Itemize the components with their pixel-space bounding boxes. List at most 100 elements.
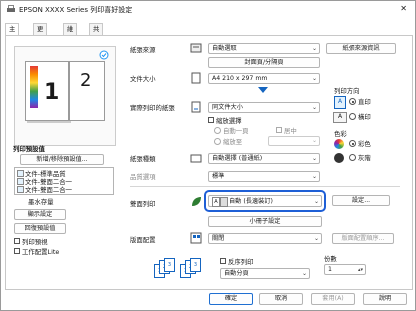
duplex-page-icon: A — [212, 197, 220, 207]
orientation-title: 列印方向 — [334, 87, 360, 95]
duplex-label: 雙面列印 — [130, 200, 156, 208]
preset-label: 文件-雙面二合一 — [25, 186, 73, 194]
output-paper-select[interactable]: 同文件大小 ⌄ — [208, 102, 320, 113]
ok-button[interactable]: 確定 — [209, 293, 253, 305]
duplex-settings-button[interactable]: 設定... — [332, 195, 390, 206]
zoom-to-radio[interactable] — [214, 138, 221, 145]
paper-source-select[interactable]: 自動選取 ⌄ — [208, 43, 320, 54]
landscape-label: 橫印 — [358, 113, 371, 121]
print-preview-checkbox[interactable] — [14, 238, 20, 244]
booklet-settings-button[interactable]: 小冊子設定 — [208, 216, 322, 227]
apply-button[interactable]: 套用(A) — [311, 293, 355, 305]
add-remove-presets-button[interactable]: 新增/移除預設值... — [20, 154, 104, 165]
document-icon — [17, 170, 24, 177]
color-radio[interactable] — [349, 140, 356, 147]
fit-to-page-radio[interactable] — [214, 127, 221, 134]
quality-label: 品質選項 — [130, 173, 156, 181]
output-paper-label: 實際列印的紙張 — [130, 104, 175, 112]
paper-source-icon — [190, 43, 202, 53]
output-paper-value: 同文件大小 — [212, 104, 243, 111]
document-size-icon — [191, 72, 201, 84]
reset-defaults-button[interactable]: 回復預設值 — [14, 223, 66, 234]
leaf-icon — [192, 197, 201, 206]
reduce-enlarge-checkbox[interactable] — [208, 117, 214, 123]
copies-input[interactable]: 1 ▴▾ — [324, 264, 366, 275]
paper-source-info-button[interactable]: 紙張來源資訊 — [326, 43, 396, 54]
output-paper-icon — [191, 101, 201, 113]
fit-to-page-label: 自動一頁 — [223, 127, 249, 135]
title-bar: EPSON XXXX Series 列印喜好設定 ✕ — [1, 1, 415, 19]
preview-page-number: 1 — [44, 80, 60, 105]
quality-value: 標準 — [212, 173, 225, 180]
chevron-down-icon: ⌄ — [311, 155, 317, 162]
check-circle-icon — [99, 50, 109, 60]
layout-icon — [190, 232, 202, 244]
zoom-to-label: 縮放至 — [223, 138, 243, 146]
window-title: EPSON XXXX Series 列印喜好設定 — [19, 6, 133, 14]
show-settings-button[interactable]: 顯示設定 — [14, 209, 66, 220]
portrait-label: 直印 — [358, 98, 371, 106]
preview-page-2: 2 — [69, 61, 105, 121]
paper-type-icon — [190, 154, 202, 163]
zoom-percent-select[interactable]: ⌄ — [268, 136, 320, 146]
chevron-down-icon: ⌄ — [301, 270, 307, 277]
grayscale-icon — [334, 153, 344, 163]
reverse-order-label: 反序列印 — [228, 258, 254, 266]
tab-shared[interactable]: 共用 — [89, 23, 104, 44]
duplex-value: 自動 (長邊裝訂) — [229, 198, 273, 205]
duplex-page-back-icon — [220, 197, 228, 207]
document-size-select[interactable]: A4 210 x 297 mm ⌄ — [208, 73, 320, 84]
center-checkbox[interactable] — [276, 127, 282, 133]
collate-value: 自動分頁 — [224, 270, 249, 277]
copies-label: 份數 — [324, 255, 337, 263]
cover-separator-button[interactable]: 封面頁/分隔頁 — [208, 57, 320, 68]
chevron-down-icon: ⌄ — [313, 198, 319, 205]
print-preview: 1 2 — [14, 46, 116, 146]
presets-title: 列印預設值 — [13, 145, 45, 153]
job-arranger-checkbox[interactable] — [14, 248, 20, 254]
color-wheel-icon — [334, 139, 344, 149]
color-bar — [30, 66, 38, 108]
landscape-radio[interactable] — [349, 113, 356, 120]
portrait-icon: A — [334, 96, 346, 109]
close-button[interactable]: ✕ — [400, 4, 407, 13]
color-label: 彩色 — [358, 140, 371, 148]
portrait-radio[interactable] — [349, 98, 356, 105]
quality-select[interactable]: 標準 ⌄ — [208, 171, 320, 182]
ink-level-label: 墨水存量 — [28, 198, 54, 206]
document-icon — [17, 186, 24, 193]
collate-select[interactable]: 自動分頁 ⌄ — [220, 268, 310, 279]
paper-type-select[interactable]: 自動選擇 (普通紙) ⌄ — [208, 153, 320, 164]
grayscale-radio[interactable] — [349, 154, 356, 161]
paper-type-value: 自動選擇 (普通紙) — [212, 155, 263, 162]
landscape-icon: A — [333, 112, 347, 123]
chevron-down-icon: ⌄ — [311, 173, 317, 180]
multipage-value: 關閉 — [212, 235, 225, 242]
document-size-value: A4 210 x 297 mm — [212, 75, 268, 82]
divider — [130, 186, 400, 187]
chevron-down-icon: ⌄ — [313, 235, 319, 242]
chevron-down-icon: ⌄ — [311, 104, 317, 111]
center-label: 居中 — [284, 127, 297, 135]
multipage-label: 版面配置 — [130, 236, 156, 244]
presets-list[interactable]: 文件-標準品質 文件-雙面二合一 文件-雙面二合一 — [14, 167, 114, 195]
grayscale-label: 灰階 — [358, 154, 371, 162]
preview-page-2-number: 2 — [80, 70, 92, 91]
reduce-enlarge-label: 縮放選擇 — [216, 117, 242, 125]
printer-preferences-window: EPSON XXXX Series 列印喜好設定 ✕ 主選單 更多選項 維護 共… — [0, 0, 416, 311]
preview-page-1: 1 — [25, 61, 69, 121]
spinner-icon[interactable]: ▴▾ — [358, 265, 363, 275]
tab-more-options[interactable]: 更多選項 — [33, 23, 48, 66]
multipage-select[interactable]: 關閉 ⌄ — [208, 233, 322, 244]
tab-maintenance[interactable]: 維護 — [63, 23, 78, 44]
chevron-down-icon: ⌄ — [311, 45, 317, 52]
chevron-down-icon: ⌄ — [311, 137, 317, 144]
reverse-order-checkbox[interactable] — [220, 258, 226, 264]
color-title: 色彩 — [334, 130, 347, 138]
duplex-select[interactable]: A 自動 (長邊裝訂) ⌄ — [208, 195, 322, 207]
cancel-button[interactable]: 取消 — [259, 293, 303, 305]
help-button[interactable]: 說明 — [363, 293, 407, 305]
paper-type-label: 紙張種類 — [130, 155, 156, 163]
paper-source-value: 自動選取 — [212, 45, 237, 52]
page-order-button[interactable]: 版面配置順序... — [332, 233, 394, 244]
